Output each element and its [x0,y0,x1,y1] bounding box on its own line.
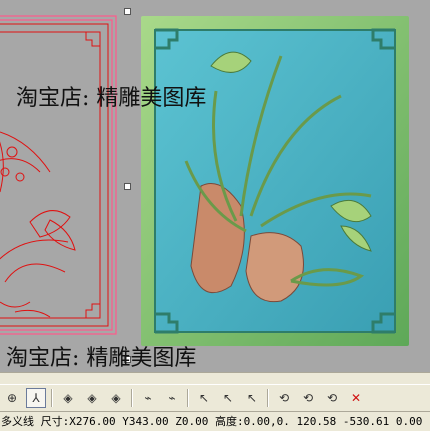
select-node-icon[interactable]: ⅄ [26,388,46,408]
transform-c-icon[interactable]: ⟲ [322,388,342,408]
toolbar-separator [131,389,133,407]
diamond-a-icon[interactable]: ◈ [58,388,78,408]
diamond-b-icon[interactable]: ◈ [82,388,102,408]
status-bar: 多义线 尺寸:X276.00 Y343.00 Z0.00 高度:0.00,0. … [0,411,430,431]
canvas-viewport[interactable]: 淘宝店: 精雕美图库 淘宝店: 精雕美图库 [0,0,430,372]
transform-b-icon[interactable]: ⟲ [298,388,318,408]
node-edit-b-icon[interactable]: ↖ [218,388,238,408]
toolbar-separator [51,389,53,407]
toolbar-separator [187,389,189,407]
watermark-bottom: 淘宝店: 精雕美图库 [6,346,197,371]
diamond-c-icon[interactable]: ◈ [106,388,126,408]
toolbar-separator [267,389,269,407]
curve-draw-a-icon[interactable]: ⌁ [138,388,158,408]
watermark-top: 淘宝店: 精雕美图库 [16,86,207,111]
vector-wireframe-drawing[interactable] [0,12,122,338]
selection-handle-middle[interactable] [124,183,131,190]
view-mode-icon[interactable]: ⊕ [2,388,22,408]
drawing-toolbar: ⊕ ⅄ ◈ ◈ ◈ ⌁ ⌁ ↖ ↖ ↖ ⟲ ⟲ ⟲ ✕ [0,384,430,412]
selection-handle-top[interactable] [124,8,131,15]
status-text: 多义线 尺寸:X276.00 Y343.00 Z0.00 高度:0.00,0. … [1,415,423,428]
transform-a-icon[interactable]: ⟲ [274,388,294,408]
node-edit-a-icon[interactable]: ↖ [194,388,214,408]
delete-icon[interactable]: ✕ [346,388,366,408]
relief-carving-preview[interactable] [141,16,409,346]
curve-draw-b-icon[interactable]: ⌁ [162,388,182,408]
node-edit-c-icon[interactable]: ↖ [242,388,262,408]
